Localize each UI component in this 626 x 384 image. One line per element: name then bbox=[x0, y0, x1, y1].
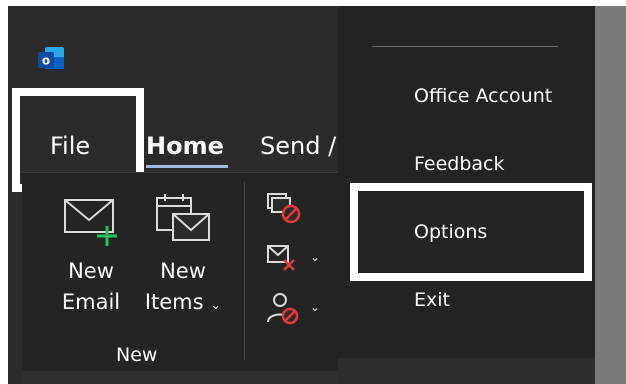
new-items-label-1: New bbox=[160, 259, 206, 283]
outlook-icon: o bbox=[38, 47, 64, 69]
new-email-label-1: New bbox=[68, 259, 114, 283]
new-items-button[interactable]: New Items ⌄ bbox=[138, 192, 228, 321]
new-items-icon bbox=[156, 194, 210, 241]
menu-item-options[interactable]: Options bbox=[414, 220, 487, 244]
ribbon-group-new-label: New bbox=[116, 344, 158, 366]
new-email-label-2: Email bbox=[61, 290, 121, 314]
ribbon-bottom-bar bbox=[22, 371, 362, 384]
tab-home[interactable]: Home bbox=[146, 132, 224, 160]
block-sender-icon bbox=[267, 293, 299, 325]
delete-clean-up-icon bbox=[267, 245, 295, 271]
new-email-button[interactable]: New Email bbox=[54, 196, 128, 318]
new-email-icon bbox=[64, 199, 117, 246]
chevron-down-icon: ⌄ bbox=[210, 298, 222, 313]
menu-item-exit[interactable]: Exit bbox=[414, 288, 450, 312]
menu-separator bbox=[372, 46, 558, 47]
ignore-button[interactable] bbox=[264, 190, 324, 230]
outlook-window: o File Home Send / New Email New Items ⌄… bbox=[8, 6, 626, 384]
new-items-label-text: Items bbox=[144, 290, 204, 314]
ribbon-group-divider bbox=[244, 182, 245, 360]
file-menu-panel bbox=[338, 6, 595, 358]
clean-up-button[interactable]: ⌄ bbox=[264, 240, 324, 280]
new-items-label-2: Items ⌄ bbox=[138, 287, 228, 321]
chevron-down-icon: ⌄ bbox=[310, 250, 321, 264]
menu-item-feedback[interactable]: Feedback bbox=[414, 152, 504, 176]
ignore-icon bbox=[267, 193, 301, 224]
background-content-edge bbox=[595, 6, 626, 384]
active-tab-underline bbox=[146, 165, 228, 168]
block-sender-button[interactable]: ⌄ bbox=[264, 290, 324, 330]
menu-bottom-area bbox=[338, 358, 595, 384]
menu-item-office-account[interactable]: Office Account bbox=[414, 84, 552, 108]
chevron-down-icon: ⌄ bbox=[310, 300, 321, 314]
tab-send-receive[interactable]: Send / bbox=[260, 132, 336, 160]
svg-text:o: o bbox=[42, 54, 50, 68]
